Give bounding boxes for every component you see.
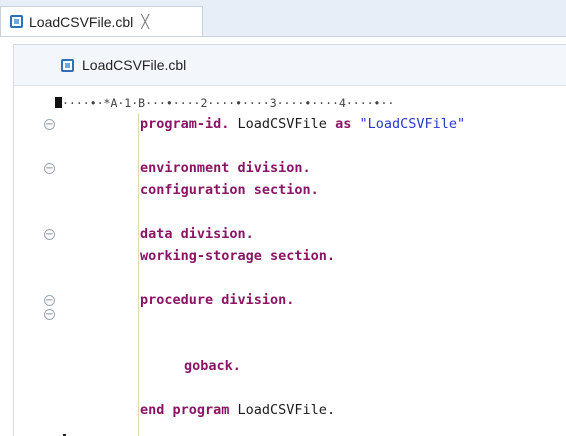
tab-title: LoadCSVFile.cbl: [29, 13, 134, 30]
identifier-token: LoadCSVFile.: [229, 402, 336, 418]
identifier-token: LoadCSVFile: [229, 116, 336, 132]
keyword-token: as: [335, 116, 352, 132]
string-token: "LoadCSVFile": [351, 116, 466, 132]
folding-gutter: − − − − −: [14, 113, 56, 436]
code-line: procedure division.: [140, 292, 295, 308]
editor-tab-bar: LoadCSVFile.cbl ╳: [0, 0, 566, 37]
keyword-token: program-id.: [140, 116, 230, 132]
collapse-fold-icon[interactable]: −: [44, 309, 55, 320]
code-line: working-storage section.: [140, 248, 336, 264]
collapse-fold-icon[interactable]: −: [44, 119, 55, 130]
code-area[interactable]: program-id. LoadCSVFile as "LoadCSVFile"…: [140, 113, 566, 418]
code-line: environment division.: [140, 160, 311, 176]
breadcrumb-file[interactable]: LoadCSVFile.cbl: [82, 57, 186, 73]
code-line: configuration section.: [140, 182, 319, 198]
breadcrumb: LoadCSVFile.cbl: [14, 45, 566, 86]
collapse-fold-icon[interactable]: −: [44, 295, 55, 306]
collapse-fold-icon[interactable]: −: [44, 163, 55, 174]
tab-loadcsvfile[interactable]: LoadCSVFile.cbl ╳: [0, 6, 203, 36]
code-line: goback.: [184, 358, 241, 374]
column-ruler: ····•·*A·1·B···•····2····•····3····•····…: [55, 95, 566, 112]
code-line: data division.: [140, 226, 254, 242]
cobol-file-icon: [61, 58, 74, 72]
keyword-token: end program: [140, 402, 230, 418]
collapse-fold-icon[interactable]: −: [44, 229, 55, 240]
cobol-file-icon: [10, 15, 23, 28]
area-a-margin-line: [138, 113, 139, 436]
close-tab-icon[interactable]: ╳: [141, 14, 149, 30]
code-line: end program LoadCSVFile.: [140, 399, 335, 421]
ruler-cursor-marker: [55, 97, 62, 108]
code-line: program-id. LoadCSVFile as "LoadCSVFile": [140, 113, 465, 135]
ruler-text: ····•·*A·1·B···•····2····•····3····•····…: [62, 96, 395, 110]
editor-pane[interactable]: LoadCSVFile.cbl ····•·*A·1·B···•····2···…: [13, 44, 566, 436]
